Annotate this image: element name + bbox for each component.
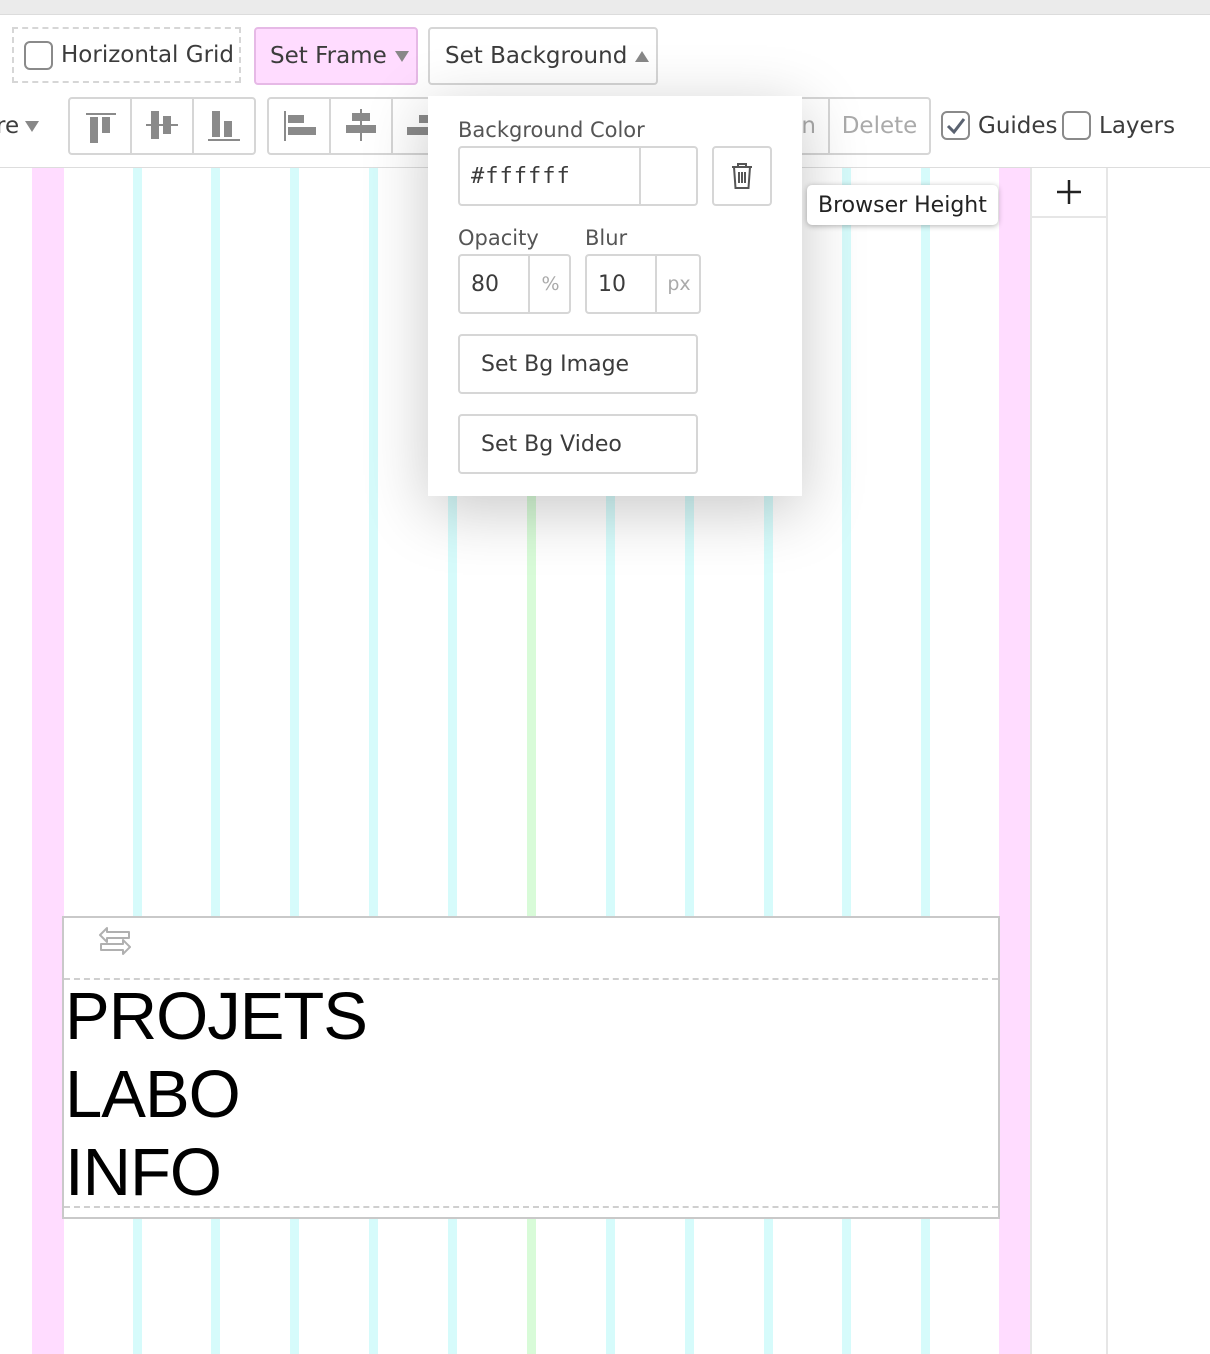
horizontal-grid-toggle[interactable]: Horizontal Grid: [12, 27, 241, 83]
caret-down-icon: [25, 120, 40, 132]
align-top-button[interactable]: [70, 99, 132, 153]
plus-icon: [1057, 180, 1081, 204]
partial-action-label: n: [801, 113, 816, 139]
set-frame-label: Set Frame: [270, 43, 387, 69]
layers-side-panel: [1030, 168, 1108, 1354]
align-middle-button[interactable]: [132, 99, 194, 153]
set-background-label: Set Background: [445, 43, 628, 69]
window-top-strip: [0, 0, 1210, 15]
caret-down-icon: [394, 50, 409, 62]
align-center-button[interactable]: [331, 99, 393, 153]
opacity-input[interactable]: 80 %: [458, 254, 571, 314]
set-bg-video-button[interactable]: Set Bg Video: [458, 414, 698, 474]
guides-label: Guides: [978, 112, 1058, 139]
align-left-button[interactable]: [269, 99, 331, 153]
blur-value: 10: [598, 271, 626, 297]
clear-color-button[interactable]: [712, 146, 772, 206]
partial-dropdown-label: re: [0, 113, 20, 139]
opacity-value: 80: [471, 271, 499, 297]
background-color-input[interactable]: #ffffff: [458, 146, 698, 206]
opacity-label: Opacity: [458, 226, 539, 250]
caret-up-icon: [635, 50, 650, 62]
opacity-unit: %: [528, 256, 571, 312]
horizontal-grid-checkbox[interactable]: [24, 40, 53, 70]
vertical-align-group: [68, 97, 256, 155]
right-margin-column: [999, 168, 1031, 1354]
set-bg-image-button[interactable]: Set Bg Image: [458, 334, 698, 394]
delete-label: Delete: [841, 113, 918, 139]
blur-input[interactable]: 10 px: [585, 254, 701, 314]
menu-item-projets[interactable]: PROJETS: [65, 978, 368, 1056]
trash-icon: [732, 163, 752, 189]
text-frame[interactable]: PROJETS LABO INFO: [62, 916, 1000, 1219]
background-color-label: Background Color: [458, 118, 645, 142]
set-background-button[interactable]: Set Background: [428, 27, 658, 85]
menu-text-block[interactable]: PROJETS LABO INFO: [65, 978, 368, 1212]
add-layer-button[interactable]: [1032, 168, 1106, 218]
layers-label: Layers: [1099, 112, 1176, 139]
left-margin-column: [32, 168, 64, 1354]
menu-item-labo[interactable]: LABO: [65, 1056, 367, 1134]
blur-label: Blur: [585, 226, 628, 250]
menu-item-info[interactable]: INFO: [65, 1134, 367, 1212]
layers-checkbox[interactable]: [1062, 111, 1091, 140]
align-bottom-button[interactable]: [194, 99, 254, 153]
layers-toggle[interactable]: Layers: [1062, 111, 1175, 140]
browser-height-tooltip: Browser Height: [807, 185, 998, 225]
color-swatch[interactable]: [639, 148, 698, 204]
guides-toggle[interactable]: Guides: [941, 111, 1058, 140]
background-settings-popup: Background Color #ffffff Opacity 80 % Bl…: [428, 96, 802, 496]
move-arrows-icon[interactable]: [96, 923, 134, 963]
set-frame-button[interactable]: Set Frame: [254, 27, 418, 85]
guides-checkbox[interactable]: [941, 111, 970, 140]
delete-button[interactable]: Delete: [830, 99, 929, 153]
checkmark-icon: [946, 117, 965, 134]
background-color-value: #ffffff: [471, 163, 571, 189]
horizontal-grid-label: Horizontal Grid: [61, 42, 235, 68]
blur-unit: px: [655, 256, 701, 312]
partial-dropdown[interactable]: re: [0, 97, 54, 155]
